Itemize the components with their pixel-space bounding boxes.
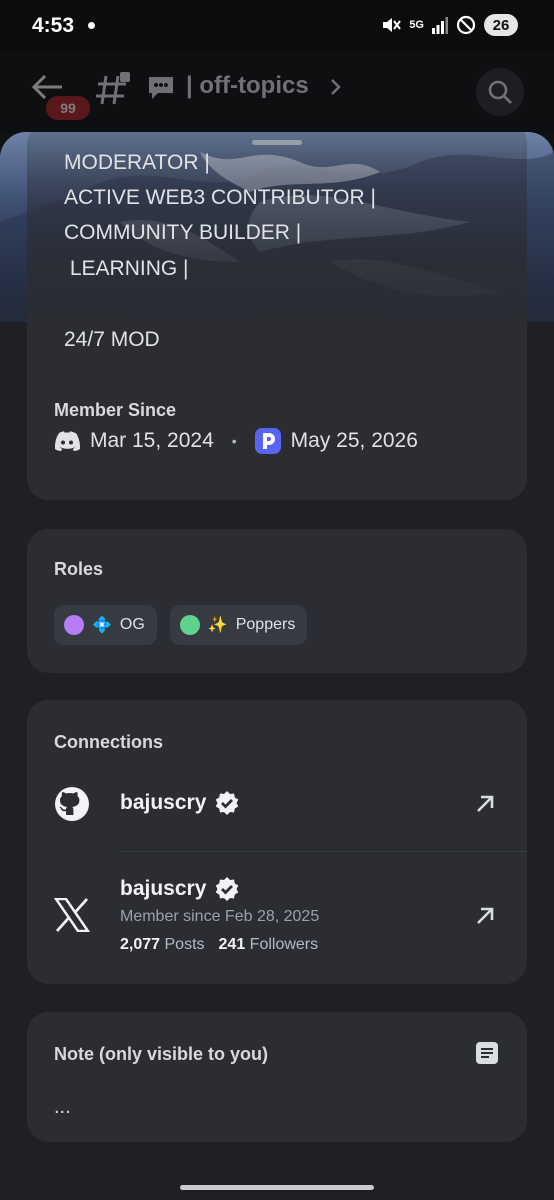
role-color-dot (179, 615, 200, 635)
server-icon (254, 428, 281, 454)
github-username: bajuscry (120, 791, 207, 814)
bio-line: LEARNING | (64, 257, 189, 280)
member-since-row: Mar 15, 2024 • May 25, 2026 (54, 428, 418, 454)
x-logo-icon (54, 898, 90, 932)
channel-hash-icon (96, 72, 130, 105)
channel-header: 99 | off-topics (0, 52, 554, 134)
x-followers: 241 Followers (218, 936, 319, 953)
mute-icon (383, 18, 402, 32)
role-pill-og[interactable]: 💠 OG (54, 605, 157, 645)
network-label: 5G (409, 19, 424, 31)
x-member-since: Member since Feb 28, 2025 (120, 908, 320, 925)
chat-bubble-icon (149, 77, 173, 99)
open-external-icon[interactable] (473, 792, 497, 816)
github-account[interactable]: bajuscry (120, 790, 240, 816)
role-label: Poppers (235, 616, 296, 633)
roles-card: Roles 💠 OG ✨ Poppers (27, 529, 527, 673)
x-stats: 2,077 Posts 241 Followers (120, 936, 318, 954)
note-title: Note (only visible to you) (54, 1044, 269, 1064)
search-icon (488, 80, 512, 104)
role-pill-poppers[interactable]: ✨ Poppers (169, 605, 308, 645)
note-value[interactable]: ... (54, 1096, 71, 1119)
chevron-right-icon (331, 79, 341, 95)
about-card: MODERATOR | ACTIVE WEB3 CONTRIBUTOR | CO… (27, 132, 527, 500)
status-icons: 5G 26 (381, 14, 518, 36)
verified-badge-icon (216, 791, 239, 815)
date-separator: • (231, 433, 237, 449)
unread-badge: 99 (46, 96, 90, 120)
role-emoji: ✨ (207, 617, 228, 634)
github-icon (55, 787, 89, 821)
dnd-icon (456, 15, 476, 35)
server-join-date: May 25, 2026 (290, 429, 418, 452)
home-indicator[interactable] (180, 1185, 374, 1190)
discord-join-date: Mar 15, 2024 (90, 429, 214, 452)
open-external-icon[interactable] (473, 904, 497, 928)
bio-line: COMMUNITY BUILDER | (64, 221, 302, 244)
channel-name[interactable]: | off-topics (186, 72, 309, 100)
discord-icon (54, 431, 80, 451)
role-emoji: 💠 (92, 617, 112, 634)
bio-line: ACTIVE WEB3 CONTRIBUTOR | (64, 186, 376, 209)
connections-card: Connections bajuscry bajuscry Member sin… (27, 700, 527, 984)
roles-title: Roles (54, 559, 104, 579)
status-time: 4:53 (32, 14, 75, 37)
connections-title: Connections (54, 732, 164, 752)
bio-line: MODERATOR | (64, 151, 210, 174)
x-account[interactable]: bajuscry (120, 876, 240, 902)
x-username: bajuscry (120, 877, 207, 900)
x-posts: 2,077 Posts (120, 936, 205, 953)
search-button[interactable] (476, 68, 524, 116)
status-bar: 4:53 5G 26 (0, 0, 554, 52)
signal-icon (432, 17, 448, 34)
role-label: OG (119, 616, 145, 633)
notification-dot (88, 22, 95, 29)
battery-indicator: 26 (484, 14, 518, 36)
roles-list: 💠 OG ✨ Poppers (54, 605, 308, 645)
role-color-dot (64, 615, 84, 635)
divider (120, 851, 527, 852)
bio-line: 24/7 MOD (64, 328, 160, 351)
profile-sheet: MODERATOR | ACTIVE WEB3 CONTRIBUTOR | CO… (0, 132, 554, 1200)
member-since-title: Member Since (54, 400, 177, 420)
note-card[interactable]: Note (only visible to you) ... (27, 1012, 527, 1142)
note-icon[interactable] (475, 1041, 499, 1065)
verified-badge-icon (216, 877, 239, 901)
